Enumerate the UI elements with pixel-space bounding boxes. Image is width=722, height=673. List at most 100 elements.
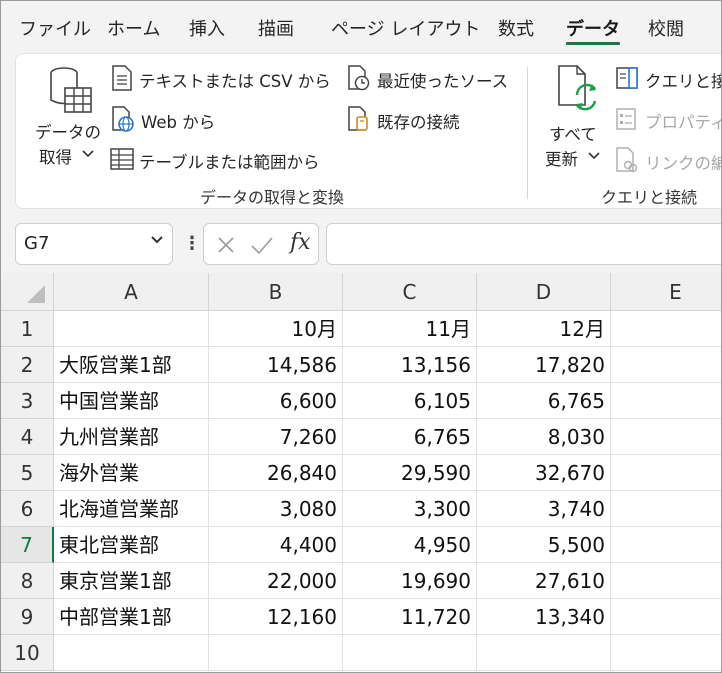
row-header-5[interactable]: 5 [1, 455, 54, 491]
queries-connections-label: クエリと接続 [645, 72, 721, 91]
get-data-label-line2: 取得 [39, 148, 72, 167]
properties-icon [616, 108, 636, 130]
column-header-a[interactable]: A [54, 273, 209, 311]
row-header-1[interactable]: 1 [1, 311, 54, 347]
cell-d10[interactable] [477, 635, 611, 671]
cell-c4[interactable]: 6,765 [343, 419, 477, 455]
cell-c6[interactable]: 3,300 [343, 491, 477, 527]
refresh-all-label-line2: 更新 [545, 150, 578, 169]
column-header-e[interactable]: E [611, 273, 721, 311]
cell-b7[interactable]: 4,400 [209, 527, 343, 563]
formula-buttons: fx [203, 223, 319, 265]
column-header-b[interactable]: B [209, 273, 343, 311]
cell-c2[interactable]: 13,156 [343, 347, 477, 383]
enter-icon[interactable] [250, 235, 274, 255]
tab-formulas[interactable]: 数式 [498, 15, 534, 41]
cell-e8[interactable] [611, 563, 721, 599]
cell-d4[interactable]: 8,030 [477, 419, 611, 455]
cell-b6[interactable]: 3,080 [209, 491, 343, 527]
ribbon-group-separator [527, 67, 528, 199]
cell-d7[interactable]: 5,500 [477, 527, 611, 563]
excel-window: ファイル ホーム 挿入 描画 ページ レイアウト 数式 データ 校閲 データの … [0, 0, 722, 673]
name-box[interactable]: G7 [15, 223, 173, 265]
column-header-c[interactable]: C [343, 273, 477, 311]
cell-e7[interactable] [611, 527, 721, 563]
chevron-down-icon [82, 150, 94, 158]
cell-b8[interactable]: 22,000 [209, 563, 343, 599]
cell-a10[interactable] [54, 635, 209, 671]
cell-b3[interactable]: 6,600 [209, 383, 343, 419]
table-icon [110, 148, 134, 170]
chevron-down-icon[interactable] [150, 235, 164, 245]
row-header-2[interactable]: 2 [1, 347, 54, 383]
column-header-d[interactable]: D [477, 273, 611, 311]
cell-a2[interactable]: 大阪営業1部 [54, 347, 209, 383]
cell-e6[interactable] [611, 491, 721, 527]
cell-d3[interactable]: 6,765 [477, 383, 611, 419]
cell-c8[interactable]: 19,690 [343, 563, 477, 599]
ribbon-tab-bar: ファイル ホーム 挿入 描画 ページ レイアウト 数式 データ 校閲 [1, 1, 721, 53]
cell-b10[interactable] [209, 635, 343, 671]
cell-b9[interactable]: 12,160 [209, 599, 343, 635]
row-header-8[interactable]: 8 [1, 563, 54, 599]
cell-b2[interactable]: 14,586 [209, 347, 343, 383]
row-header-7[interactable]: 7 [1, 527, 54, 563]
tab-insert[interactable]: 挿入 [189, 15, 225, 41]
cell-c10[interactable] [343, 635, 477, 671]
tab-home[interactable]: ホーム [107, 15, 160, 41]
row-header-4[interactable]: 4 [1, 419, 54, 455]
tab-data[interactable]: データ [566, 15, 620, 41]
tab-page-layout[interactable]: ページ レイアウト [331, 15, 480, 41]
cell-a3[interactable]: 中国営業部 [54, 383, 209, 419]
cell-a6[interactable]: 北海道営業部 [54, 491, 209, 527]
row-header-3[interactable]: 3 [1, 383, 54, 419]
name-box-value: G7 [24, 233, 50, 254]
cell-b4[interactable]: 7,260 [209, 419, 343, 455]
cell-b1[interactable]: 10月 [209, 311, 343, 347]
cell-e9[interactable] [611, 599, 721, 635]
cell-d8[interactable]: 27,610 [477, 563, 611, 599]
cell-d1[interactable]: 12月 [477, 311, 611, 347]
web-file-icon [112, 106, 134, 132]
edit-links-icon [616, 147, 638, 173]
cell-a8[interactable]: 東京営業1部 [54, 563, 209, 599]
worksheet-grid[interactable]: A B C D E 1 10月 11月 12月 2 大阪営業1部 14,586 13,156 17,820… [1, 273, 721, 672]
active-tab-indicator [566, 42, 620, 45]
tab-draw[interactable]: 描画 [258, 15, 294, 41]
select-all-corner[interactable] [1, 273, 54, 311]
cell-c1[interactable]: 11月 [343, 311, 477, 347]
queries-connections-group-label: クエリと接続 [601, 188, 698, 207]
tab-file[interactable]: ファイル [19, 15, 91, 41]
cell-a4[interactable]: 九州営業部 [54, 419, 209, 455]
row-header-6[interactable]: 6 [1, 491, 54, 527]
cell-e5[interactable] [611, 455, 721, 491]
cell-e3[interactable] [611, 383, 721, 419]
tab-review[interactable]: 校閲 [648, 15, 684, 41]
cell-e2[interactable] [611, 347, 721, 383]
cell-d2[interactable]: 17,820 [477, 347, 611, 383]
cell-e10[interactable] [611, 635, 721, 671]
text-file-icon [112, 65, 132, 91]
cell-c5[interactable]: 29,590 [343, 455, 477, 491]
cell-d5[interactable]: 32,670 [477, 455, 611, 491]
cell-d6[interactable]: 3,740 [477, 491, 611, 527]
row-header-10[interactable]: 10 [1, 635, 54, 671]
get-transform-group-label: データの取得と変換 [200, 188, 345, 207]
cancel-icon[interactable] [216, 235, 236, 255]
row-header-9[interactable]: 9 [1, 599, 54, 635]
cell-e4[interactable] [611, 419, 721, 455]
more-options-icon[interactable]: ⋮ [183, 233, 201, 254]
cell-c7[interactable]: 4,950 [343, 527, 477, 563]
cell-a9[interactable]: 中部営業1部 [54, 599, 209, 635]
formula-input[interactable] [326, 223, 721, 265]
cell-e1[interactable] [611, 311, 721, 347]
cell-a5[interactable]: 海外営業 [54, 455, 209, 491]
properties-label: プロパティ [645, 113, 722, 132]
cell-c9[interactable]: 11,720 [343, 599, 477, 635]
cell-d9[interactable]: 13,340 [477, 599, 611, 635]
cell-c3[interactable]: 6,105 [343, 383, 477, 419]
cell-b5[interactable]: 26,840 [209, 455, 343, 491]
cell-a7[interactable]: 東北営業部 [54, 527, 209, 563]
cell-a1[interactable] [54, 311, 209, 347]
insert-function-button[interactable]: fx [290, 230, 311, 255]
